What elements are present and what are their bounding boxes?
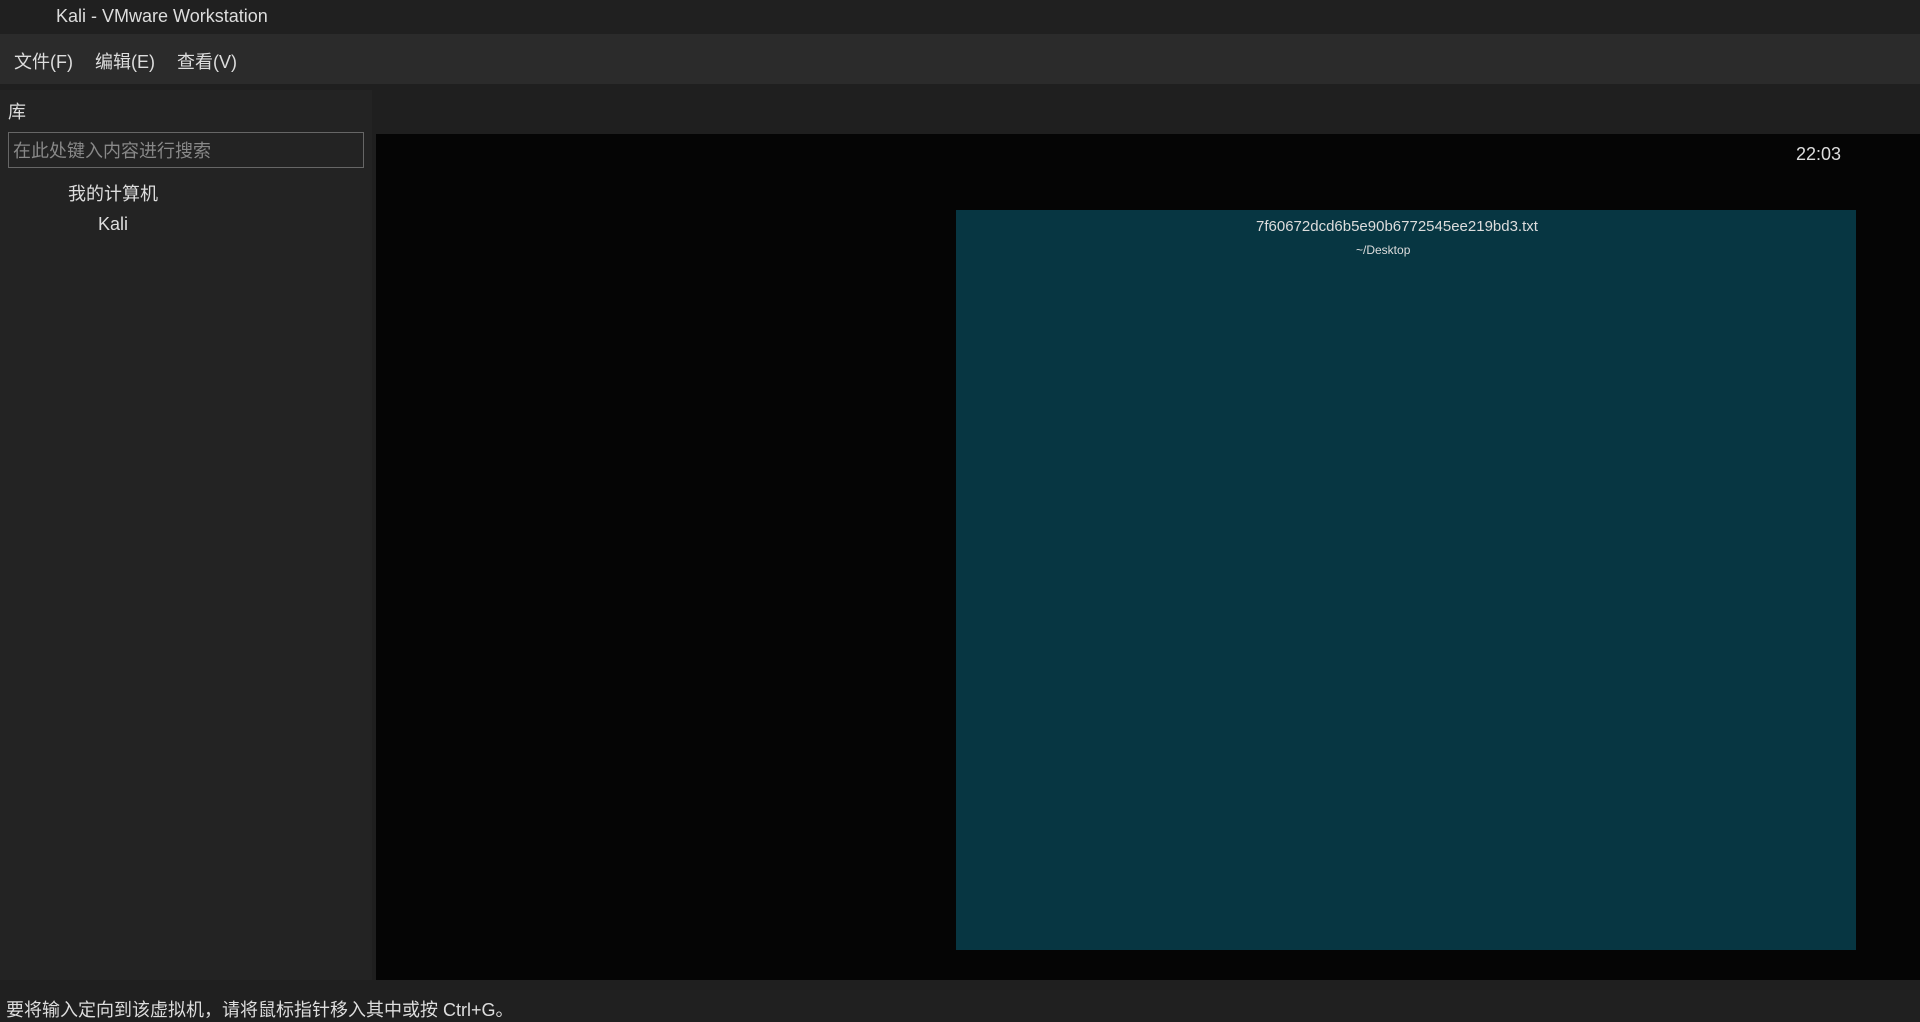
menu-view[interactable]: 查看(V) xyxy=(177,48,237,72)
menu-bar: 文件(F) 编辑(E) 查看(V) xyxy=(0,34,1920,84)
library-title: 库 xyxy=(8,102,26,122)
status-bar: 要将输入定向到该虚拟机，请将鼠标指针移入其中或按 Ctrl+G。 xyxy=(0,990,1920,1020)
title-bar: Kali - VMware Workstation xyxy=(0,0,1920,34)
clock: 22:03 xyxy=(1796,144,1842,164)
menu-edit[interactable]: 编辑(E) xyxy=(95,48,155,72)
status-text: 要将输入定向到该虚拟机，请将鼠标指针移入其中或按 Ctrl+G。 xyxy=(6,1000,514,1020)
library-panel: 库在此处键入内容进行搜索 我的计算机 Kali xyxy=(0,90,372,980)
tree-item[interactable]: 我的计算机 xyxy=(8,176,364,210)
app-title: Kali - VMware Workstation xyxy=(56,6,268,26)
filename: 7f60672dcd6b5e90b6772545ee219bd3.txt xyxy=(1256,218,1538,235)
tree-item[interactable]: Kali xyxy=(8,210,364,239)
library-search[interactable]: 在此处键入内容进行搜索 xyxy=(8,132,364,168)
menu-file[interactable]: 文件(F) xyxy=(14,48,73,72)
filepath: ~/Desktop xyxy=(1356,243,1411,257)
editor: 7f60672dcd6b5e90b6772545ee219bd3.txt ~/De… xyxy=(956,210,1856,950)
